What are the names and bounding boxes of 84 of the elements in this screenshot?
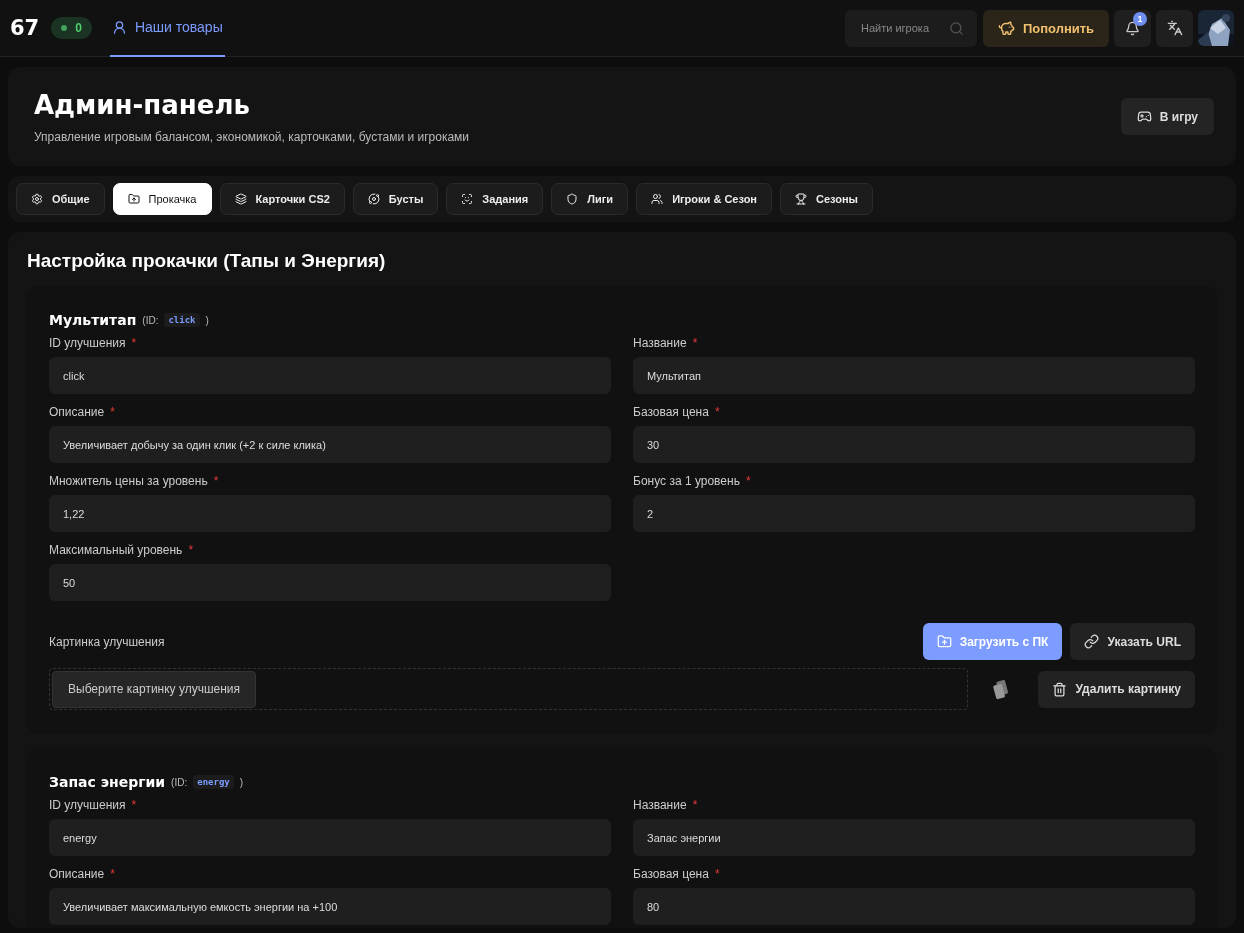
section-title: Настройка прокачки (Тапы и Энергия) [27,250,387,272]
field-label: Множитель цены за уровень [49,474,208,488]
upgrade-name: Запас энергии [49,774,166,790]
delete-image-button[interactable]: Удалить картинку [1038,670,1195,708]
folder-icon [936,634,952,649]
piggy-bank-icon [997,19,1015,37]
page-subtitle: Управление игровым балансом, экономикой, карточками, бустами и игроками [34,129,470,144]
field-label: Описание [49,405,105,419]
required-mark: * [131,798,137,812]
trophy-icon [795,193,807,205]
required-mark: * [714,405,720,419]
field-label: Название [633,798,687,812]
online-badge: 0 [51,17,92,39]
upgrade-name: Мультитап [49,312,137,328]
required-mark: * [110,405,115,419]
required-mark: * [692,798,698,812]
required-mark: * [110,867,115,881]
bell-icon [1125,20,1140,36]
id-prefix: (ID: [142,314,159,326]
input-field[interactable]: 2 [633,495,1195,532]
tab[interactable]: Сезоны [780,183,873,215]
field-label: Бонус за 1 уровень [633,474,740,488]
translate-icon [1166,20,1183,36]
input-field[interactable]: 1,22 [49,495,611,532]
trash-icon [1052,681,1068,697]
choose-image-button[interactable]: Выберите картинку улучшения [52,670,257,708]
id-code: energy [193,775,234,789]
url-button[interactable]: Указать URL [1070,623,1195,660]
required-mark: * [745,474,751,488]
id-prefix: (ID: [171,776,188,788]
field-label: Базовая цена [633,867,709,881]
tab[interactable]: Прокачка [112,183,212,215]
scan-icon [461,193,474,205]
field-label: Базовая цена [633,405,709,419]
input-field[interactable]: energy [49,819,611,856]
image-dropzone[interactable]: Выберите картинку улучшения [49,668,969,710]
person-icon [111,19,127,35]
notification-count: 1 [1133,11,1147,26]
tab[interactable]: Карточки CS2 [219,183,345,215]
id-suffix: ) [239,776,244,788]
search-icon [949,20,964,36]
required-mark: * [131,336,137,350]
gamepad-icon [1136,109,1152,124]
input-field[interactable]: Увеличивает максимальную емкость энергии на +100 [49,888,611,925]
required-mark: * [213,474,219,488]
users-icon [651,193,664,205]
tab[interactable]: Задания [446,183,544,215]
input-field[interactable]: 30 [633,426,1195,463]
nav-tab[interactable]: Наши товары [109,0,225,57]
input-field[interactable]: Мультитап [633,357,1195,394]
search-input[interactable]: Найти игрока [859,21,949,35]
input-field[interactable]: 80 [633,888,1195,925]
shield-icon [566,193,579,205]
page-title: Админ-панель [34,89,251,120]
language-button[interactable] [1156,9,1193,47]
search-field[interactable]: Найти игрока [845,9,977,47]
tab[interactable]: Общие [16,183,105,215]
required-mark: * [188,543,194,557]
status-dot [61,25,68,31]
input-field[interactable]: 50 [49,564,611,601]
required-mark: * [692,336,698,350]
field-label: Название [633,336,687,350]
tab[interactable]: Лиги [551,183,629,215]
required-mark: * [714,867,720,881]
orbit-icon [367,193,380,205]
field-label: ID улучшения [49,798,126,812]
id-code: click [164,313,200,327]
field-label: Максимальный уровень [49,543,183,557]
input-field[interactable]: click [49,357,611,394]
layers-icon [234,193,247,205]
field-label: Описание [49,867,105,881]
play-button[interactable]: В игру [1120,98,1214,135]
input-field[interactable]: Запас энергии [633,819,1195,856]
topup-button[interactable]: Пополнить [983,9,1109,47]
input-field[interactable]: Увеличивает добычу за один клик (+2 к силе клика) [49,426,611,463]
tab[interactable]: Бусты [352,183,439,215]
tab[interactable]: Игроки & Сезон [636,183,772,215]
folder-icon [127,193,140,205]
id-suffix: ) [205,314,209,326]
logo: 67 [10,16,40,40]
image-label: Картинка улучшения [49,634,165,649]
link-icon [1084,634,1100,649]
field-label: ID улучшения [49,336,126,350]
settings-icon [31,193,43,205]
